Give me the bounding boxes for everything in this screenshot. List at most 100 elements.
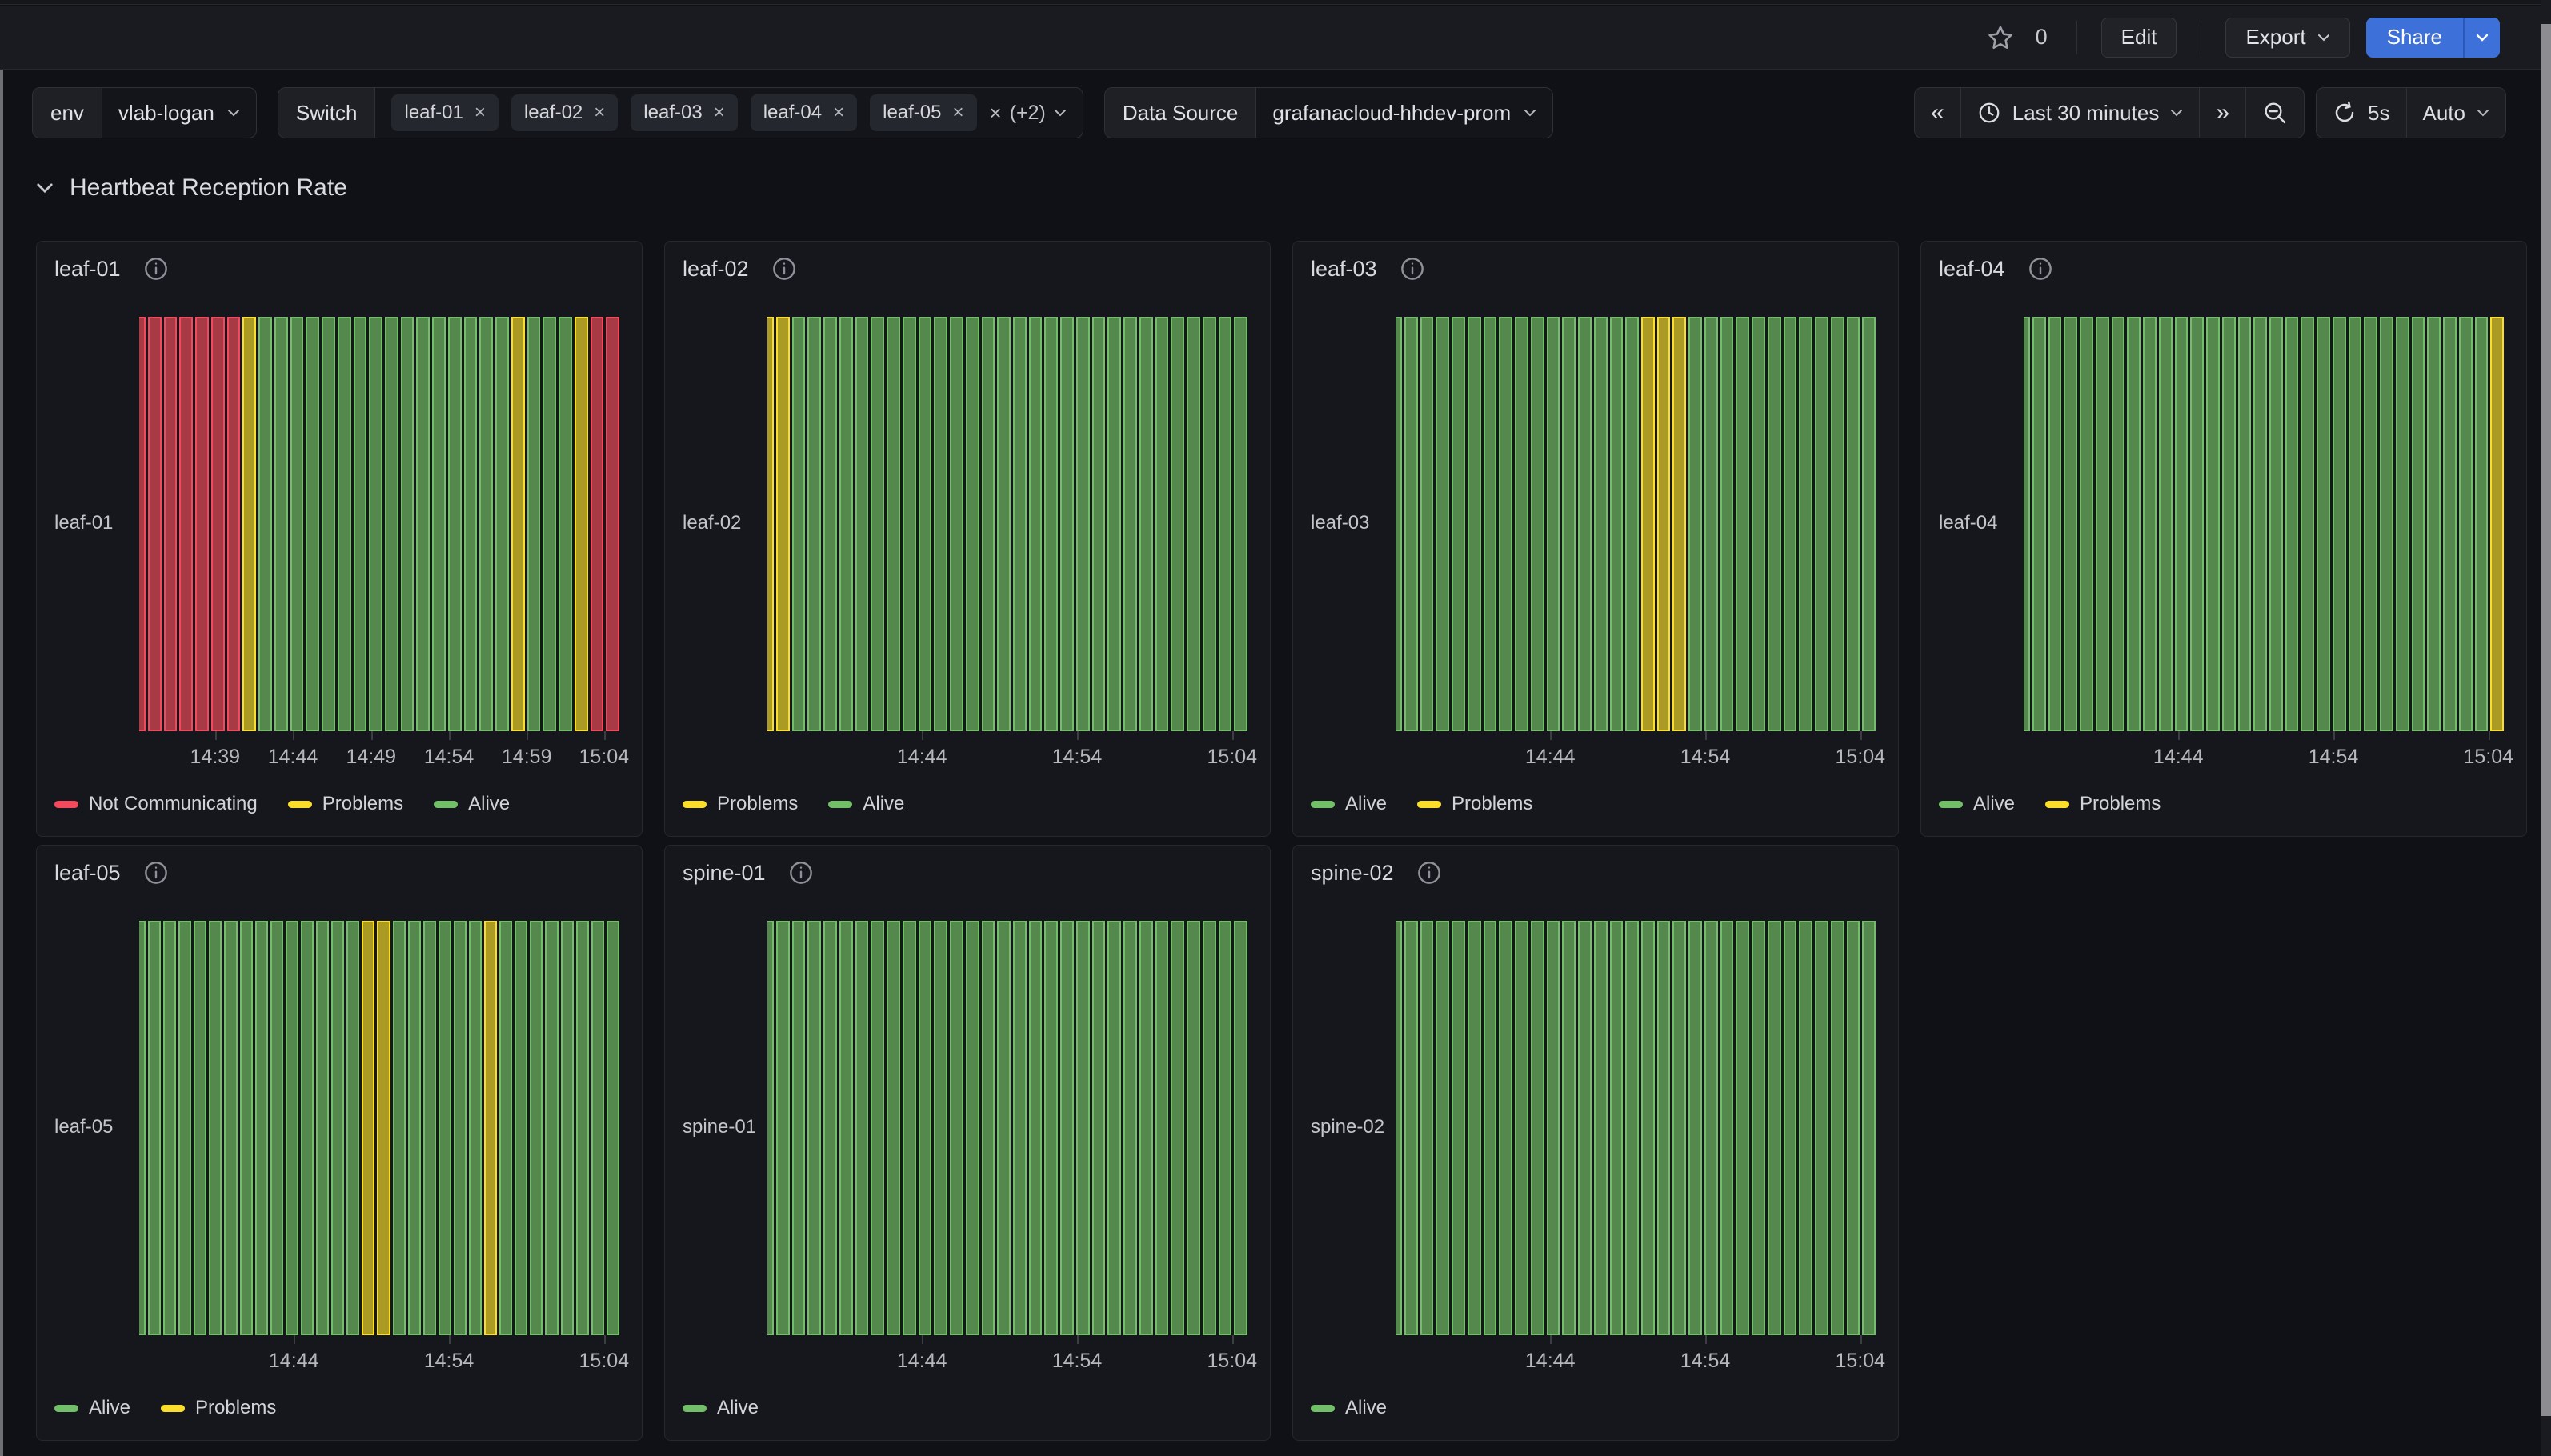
status-bar[interactable] xyxy=(515,921,527,1335)
status-bar[interactable] xyxy=(224,921,237,1335)
status-bar[interactable] xyxy=(164,317,178,731)
panel-header[interactable]: spine-02 xyxy=(1311,860,1442,886)
status-bar[interactable] xyxy=(1799,317,1812,731)
status-bar[interactable] xyxy=(1578,317,1592,731)
status-bar[interactable] xyxy=(2175,317,2189,731)
env-variable-value[interactable]: vlab-logan xyxy=(102,88,256,138)
status-history-chart[interactable]: 14:4414:5415:04 xyxy=(2024,317,2504,731)
status-bar[interactable] xyxy=(2096,317,2109,731)
status-bar[interactable] xyxy=(950,921,963,1335)
status-bar[interactable] xyxy=(1013,921,1027,1335)
switch-chip[interactable]: leaf-05× xyxy=(870,94,976,131)
status-bar[interactable] xyxy=(1610,317,1624,731)
status-bar[interactable] xyxy=(469,921,482,1335)
status-bar[interactable] xyxy=(1468,921,1481,1335)
clear-all-icon[interactable]: × xyxy=(990,101,1002,126)
status-bar[interactable] xyxy=(1436,921,1449,1335)
status-bar[interactable] xyxy=(408,921,421,1335)
switch-variable-value[interactable]: leaf-01×leaf-02×leaf-03×leaf-04×leaf-05×… xyxy=(375,88,1082,138)
status-bar[interactable] xyxy=(1862,317,1876,731)
status-bar[interactable] xyxy=(855,921,869,1335)
status-bar[interactable] xyxy=(331,921,344,1335)
status-bar[interactable] xyxy=(1736,921,1749,1335)
status-bar[interactable] xyxy=(242,317,256,731)
status-bar[interactable] xyxy=(1234,921,1247,1335)
panel-header[interactable]: leaf-03 xyxy=(1311,256,1425,282)
panel-header[interactable]: leaf-01 xyxy=(54,256,169,282)
status-bar[interactable] xyxy=(2396,317,2409,731)
status-bar[interactable] xyxy=(1203,317,1216,731)
status-bar[interactable] xyxy=(385,317,398,731)
status-bar[interactable] xyxy=(484,921,497,1335)
status-bar[interactable] xyxy=(1736,317,1749,731)
status-bar[interactable] xyxy=(258,317,272,731)
share-button[interactable]: Share xyxy=(2366,18,2463,58)
status-bar[interactable] xyxy=(1531,921,1544,1335)
status-bar[interactable] xyxy=(1752,921,1765,1335)
status-bar[interactable] xyxy=(1688,317,1702,731)
status-bar[interactable] xyxy=(1219,317,1232,731)
status-bar[interactable] xyxy=(2380,317,2393,731)
status-bar[interactable] xyxy=(1515,317,1528,731)
status-bar[interactable] xyxy=(1515,921,1528,1335)
status-bar[interactable] xyxy=(1862,921,1876,1335)
status-bar[interactable] xyxy=(823,921,837,1335)
status-bar[interactable] xyxy=(1531,317,1544,731)
status-bar[interactable] xyxy=(767,921,774,1335)
status-bar[interactable] xyxy=(255,921,268,1335)
status-bar[interactable] xyxy=(178,921,191,1335)
status-bar[interactable] xyxy=(2238,317,2252,731)
status-bar[interactable] xyxy=(1234,317,1247,731)
status-bar[interactable] xyxy=(2253,317,2267,731)
status-bar[interactable] xyxy=(1847,317,1860,731)
time-shift-forward-button[interactable]: » xyxy=(2200,88,2246,138)
status-bar[interactable] xyxy=(2459,317,2473,731)
status-bar[interactable] xyxy=(1107,317,1121,731)
status-bar[interactable] xyxy=(1720,317,1734,731)
legend-item[interactable]: Alive xyxy=(1311,1397,1387,1419)
status-bar[interactable] xyxy=(839,317,853,731)
status-bar[interactable] xyxy=(322,317,335,731)
status-bar[interactable] xyxy=(338,317,351,731)
status-bar[interactable] xyxy=(776,317,790,731)
status-bar[interactable] xyxy=(1404,317,1418,731)
panel-header[interactable]: leaf-04 xyxy=(1939,256,2053,282)
status-bar[interactable] xyxy=(1155,921,1169,1335)
status-bar[interactable] xyxy=(1468,317,1481,731)
status-bar[interactable] xyxy=(855,317,869,731)
status-bar[interactable] xyxy=(1452,317,1465,731)
status-bar[interactable] xyxy=(346,921,359,1335)
status-bar[interactable] xyxy=(919,317,932,731)
status-bar[interactable] xyxy=(1484,921,1497,1335)
status-bar[interactable] xyxy=(163,921,176,1335)
status-bar[interactable] xyxy=(1594,921,1608,1335)
status-bar[interactable] xyxy=(2301,317,2314,731)
legend-item[interactable]: Problems xyxy=(2045,793,2161,815)
legend-item[interactable]: Alive xyxy=(1939,793,2015,815)
status-bar[interactable] xyxy=(2317,317,2330,731)
status-bar[interactable] xyxy=(301,921,314,1335)
status-bar[interactable] xyxy=(1799,921,1812,1335)
status-bar[interactable] xyxy=(240,921,253,1335)
status-bar[interactable] xyxy=(792,921,806,1335)
status-bar[interactable] xyxy=(1768,317,1781,731)
status-history-chart[interactable]: 14:4414:5415:04 xyxy=(1396,921,1876,1335)
refresh-button[interactable]: 5s xyxy=(2317,88,2406,138)
status-bar[interactable] xyxy=(2159,317,2173,731)
remove-chip-icon[interactable]: × xyxy=(475,102,486,124)
status-bar[interactable] xyxy=(966,921,979,1335)
status-bar[interactable] xyxy=(871,317,884,731)
status-bar[interactable] xyxy=(839,921,853,1335)
status-bar[interactable] xyxy=(1436,317,1449,731)
share-menu-button[interactable] xyxy=(2463,18,2500,58)
status-bar[interactable] xyxy=(1044,921,1058,1335)
status-bar[interactable] xyxy=(982,317,995,731)
status-bar[interactable] xyxy=(1484,317,1497,731)
legend-item[interactable]: Not Communicating xyxy=(54,793,258,815)
info-icon[interactable] xyxy=(788,860,814,886)
status-bar[interactable] xyxy=(139,921,146,1335)
status-bar[interactable] xyxy=(2064,317,2077,731)
status-bar[interactable] xyxy=(286,921,298,1335)
info-icon[interactable] xyxy=(2028,256,2053,282)
status-bar[interactable] xyxy=(1155,317,1169,731)
